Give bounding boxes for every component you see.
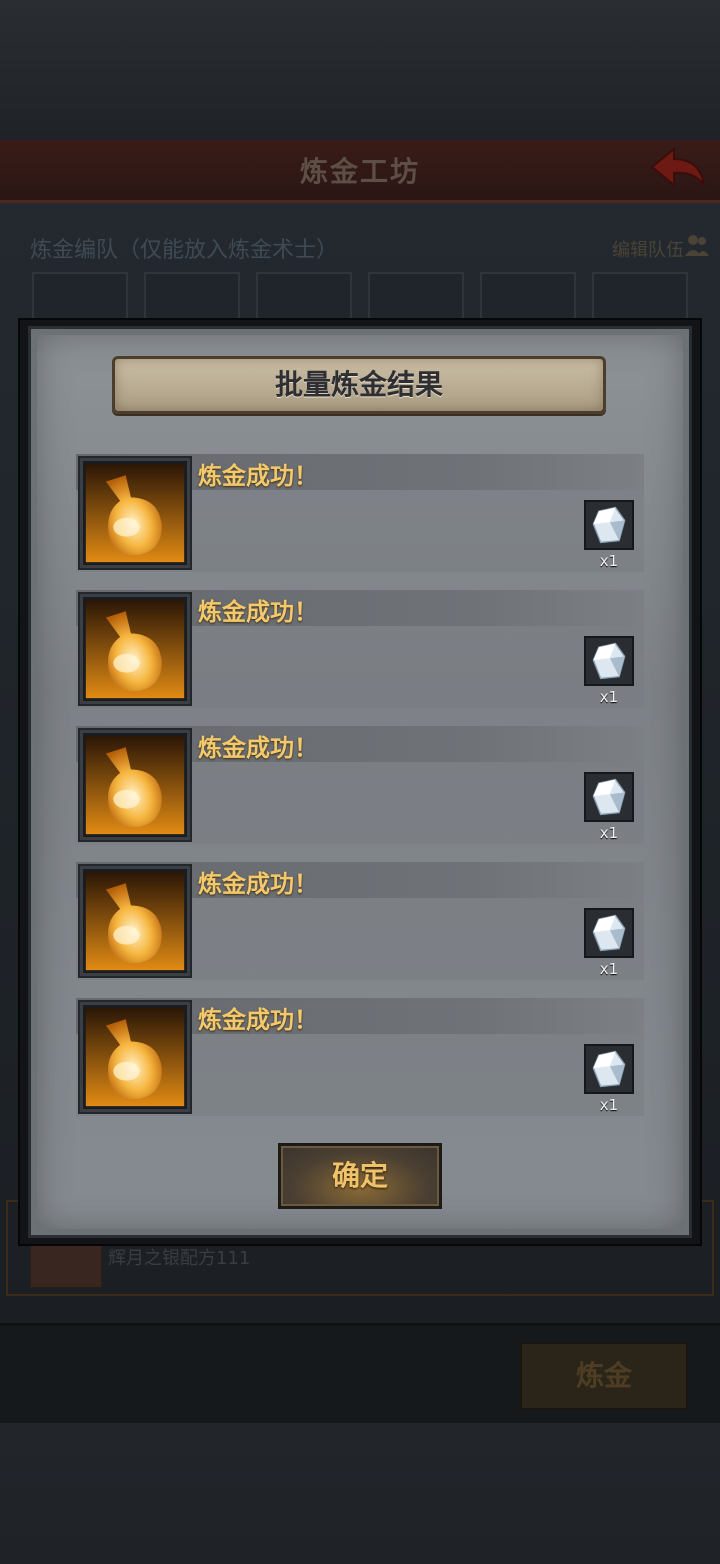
potion-flask-icon <box>80 594 190 704</box>
result-row: 炼金成功！ x1 <box>76 590 644 712</box>
result-row: 炼金成功！ x1 <box>76 862 644 984</box>
team-members-icon[interactable] <box>684 232 710 262</box>
confirm-button[interactable]: 确定 <box>278 1143 442 1209</box>
potion-flask-icon <box>80 1002 190 1112</box>
crystal-icon <box>584 908 634 958</box>
recipe-name: 辉月之银配方111 <box>108 1248 251 1269</box>
app-header: 炼金工坊 <box>0 140 720 203</box>
crystal-icon <box>584 772 634 822</box>
reward-quantity: x1 <box>599 552 619 570</box>
dialog-title-banner: 批量炼金结果 <box>112 356 606 414</box>
result-status: 炼金成功！ <box>198 734 318 762</box>
reward-quantity: x1 <box>599 960 619 978</box>
confirm-label: 确定 <box>331 1159 388 1192</box>
crystal-icon <box>584 500 634 550</box>
result-row: 炼金成功！ x1 <box>76 454 644 576</box>
reward-quantity: x1 <box>599 688 619 706</box>
reward-quantity: x1 <box>599 824 619 842</box>
page-title: 炼金工坊 <box>299 155 420 188</box>
result-status: 炼金成功！ <box>198 870 318 898</box>
team-label: 炼金编队（仅能放入炼金术士） <box>30 238 339 263</box>
result-status: 炼金成功！ <box>198 462 318 490</box>
potion-flask-icon <box>80 730 190 840</box>
result-status: 炼金成功！ <box>198 1006 318 1034</box>
crystal-icon <box>584 636 634 686</box>
dialog-title: 批量炼金结果 <box>274 368 443 401</box>
potion-flask-icon <box>80 458 190 568</box>
result-status: 炼金成功！ <box>198 598 318 626</box>
reward-quantity: x1 <box>599 1096 619 1114</box>
alchemy-button[interactable]: 炼金 <box>520 1342 688 1410</box>
potion-flask-icon <box>80 866 190 976</box>
top-backdrop <box>0 0 720 140</box>
footer-backdrop <box>0 1423 720 1564</box>
result-row: 炼金成功！ x1 <box>76 726 644 848</box>
edit-team-button[interactable]: 编辑队伍 <box>612 236 684 262</box>
result-row: 炼金成功！ x1 <box>76 998 644 1120</box>
back-arrow-icon[interactable] <box>648 145 708 191</box>
crystal-icon <box>584 1044 634 1094</box>
